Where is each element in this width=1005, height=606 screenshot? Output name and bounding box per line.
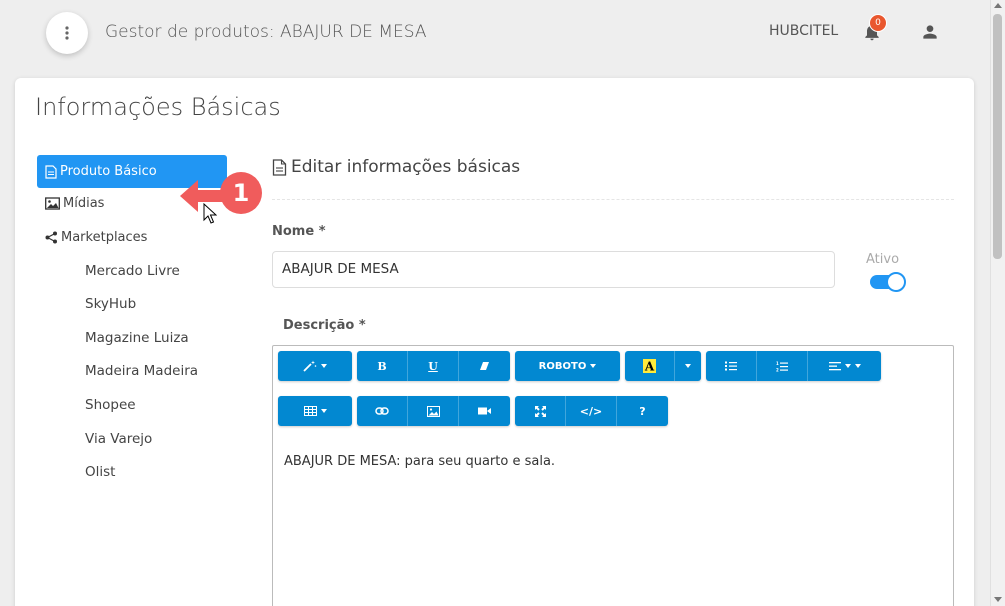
image-icon <box>45 197 60 210</box>
marketplace-item[interactable]: Via Varejo <box>85 431 152 447</box>
video-icon <box>478 407 491 415</box>
table-icon <box>303 406 317 416</box>
marketplace-item[interactable]: SkyHub <box>85 296 136 312</box>
clear-format-button[interactable] <box>459 351 510 381</box>
font-family-label: ROBOTO <box>538 360 587 372</box>
align-left-icon <box>828 361 841 370</box>
unordered-list-button[interactable] <box>706 351 757 381</box>
document-icon <box>272 158 287 176</box>
main-card: Informações Básicas Produto Básico Mídia… <box>15 78 974 606</box>
toggle-knob <box>886 272 906 292</box>
more-vertical-icon <box>65 26 69 40</box>
ordered-list-button[interactable]: 12 <box>757 351 808 381</box>
more-menu-button[interactable] <box>46 12 88 54</box>
fullscreen-button[interactable] <box>515 396 566 426</box>
description-editor[interactable]: B U ROBOTO A 12 </> ? ABAJUR DE MESA: pa… <box>272 345 954 606</box>
user-icon[interactable] <box>920 22 940 42</box>
active-toggle[interactable] <box>870 272 906 292</box>
eraser-icon <box>480 362 489 370</box>
section-title-text: Editar informações básicas <box>291 157 521 177</box>
list-number-icon: 12 <box>776 361 788 372</box>
mouse-cursor-icon <box>203 203 217 224</box>
help-button[interactable]: ? <box>617 396 668 426</box>
marketplace-item[interactable]: Madeira Madeira <box>85 363 198 379</box>
image-button[interactable] <box>408 396 459 426</box>
sidebar-item-marketplaces[interactable]: Marketplaces <box>45 230 147 245</box>
paragraph-button-group: 12 <box>706 351 881 381</box>
svg-text:1: 1 <box>776 361 779 366</box>
svg-text:A: A <box>644 360 655 374</box>
text-color-button[interactable]: A <box>625 351 675 381</box>
name-input[interactable]: ABAJUR DE MESA <box>272 251 835 288</box>
marketplace-item[interactable]: Olist <box>85 464 115 480</box>
view-button-group: </> ? <box>515 396 668 426</box>
editor-content[interactable]: ABAJUR DE MESA: para seu quarto e sala. <box>284 454 555 469</box>
document-icon <box>45 164 57 179</box>
expand-icon <box>534 405 546 417</box>
scroll-up-arrow[interactable] <box>994 3 1002 8</box>
magic-style-button[interactable] <box>278 351 352 381</box>
sidebar-item-midias[interactable]: Mídias <box>45 196 104 211</box>
magic-wand-icon <box>303 360 317 372</box>
link-button[interactable] <box>357 396 408 426</box>
picture-icon <box>426 405 440 417</box>
card-title: Informações Básicas <box>35 93 281 121</box>
share-icon <box>45 231 57 244</box>
font-color-icon: A <box>643 359 656 373</box>
svg-text:2: 2 <box>776 367 779 372</box>
font-family-dropdown[interactable]: ROBOTO <box>515 351 620 381</box>
table-button[interactable] <box>278 396 352 426</box>
font-button-group: ROBOTO <box>515 351 620 381</box>
marketplace-item[interactable]: Mercado Livre <box>85 263 180 279</box>
video-button[interactable] <box>459 396 510 426</box>
code-view-button[interactable]: </> <box>566 396 617 426</box>
company-name[interactable]: HUBCITEL <box>769 23 838 39</box>
marketplace-item[interactable]: Shopee <box>85 397 136 413</box>
align-dropdown-button[interactable] <box>808 351 881 381</box>
sidebar-item-label: Marketplaces <box>61 230 148 245</box>
format-button-group: B U <box>357 351 510 381</box>
list-bullet-icon <box>725 361 737 371</box>
insert-button-group <box>357 396 510 426</box>
sidebar-item-label: Mídias <box>63 196 105 211</box>
color-dropdown-button[interactable] <box>675 351 701 381</box>
bold-button[interactable]: B <box>357 351 408 381</box>
scroll-down-arrow[interactable] <box>994 597 1002 602</box>
section-title: Editar informações básicas <box>272 157 520 177</box>
marketplace-item[interactable]: Magazine Luiza <box>85 330 189 346</box>
step-number-badge: 1 <box>220 172 262 214</box>
link-icon <box>375 407 389 415</box>
top-bar: Gestor de produtos: ABAJUR DE MESA HUBCI… <box>0 0 990 68</box>
style-button-group <box>278 351 352 381</box>
table-button-group <box>278 396 352 426</box>
page-title: Gestor de produtos: ABAJUR DE MESA <box>105 22 427 42</box>
notification-badge: 0 <box>869 14 887 32</box>
scrollbar-thumb[interactable] <box>993 14 1002 259</box>
description-label: Descrição * <box>283 318 366 333</box>
section-divider <box>272 199 954 200</box>
name-label: Nome * <box>272 224 326 239</box>
sidebar-item-label: Produto Básico <box>60 164 157 179</box>
underline-button[interactable]: U <box>408 351 459 381</box>
color-button-group: A <box>625 351 701 381</box>
active-label: Ativo <box>866 252 900 267</box>
